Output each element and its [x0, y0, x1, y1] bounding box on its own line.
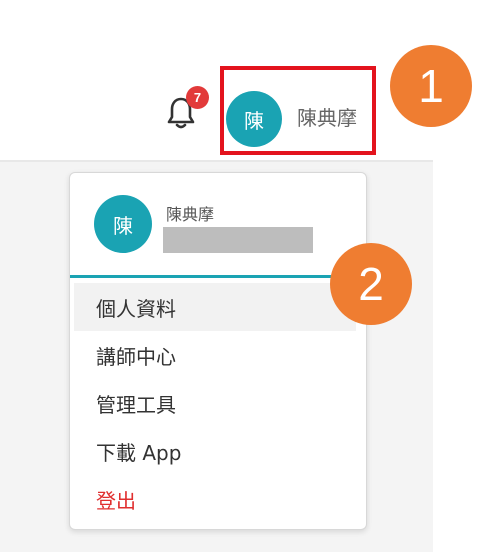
menu-item-instructor-center[interactable]: 講師中心 — [70, 331, 368, 379]
menu-item-download-app[interactable]: 下載 App — [70, 427, 368, 475]
dropdown-divider — [70, 275, 368, 278]
notification-badge: 7 — [186, 86, 209, 109]
highlight-box — [220, 66, 376, 155]
menu-item-admin-tools[interactable]: 管理工具 — [70, 379, 368, 427]
callout-marker-2: 2 — [330, 243, 412, 325]
menu-item-logout[interactable]: 登出 — [70, 475, 368, 523]
callout-marker-1: 1 — [390, 45, 472, 127]
menu-item-profile[interactable]: 個人資料 — [74, 283, 356, 331]
dropdown-user-name: 陳典摩 — [166, 205, 215, 224]
top-bar-divider — [0, 160, 433, 162]
screen: 7 陳 陳典摩 1 陳 陳典摩 個人資料 講師中心 管理工具 下載 App 登出… — [0, 0, 477, 552]
redacted-email — [163, 227, 313, 253]
user-dropdown-menu: 陳 陳典摩 個人資料 講師中心 管理工具 下載 App 登出 — [69, 172, 368, 530]
menu-list: 個人資料 講師中心 管理工具 下載 App 登出 — [70, 283, 368, 523]
dropdown-avatar: 陳 — [94, 195, 152, 253]
